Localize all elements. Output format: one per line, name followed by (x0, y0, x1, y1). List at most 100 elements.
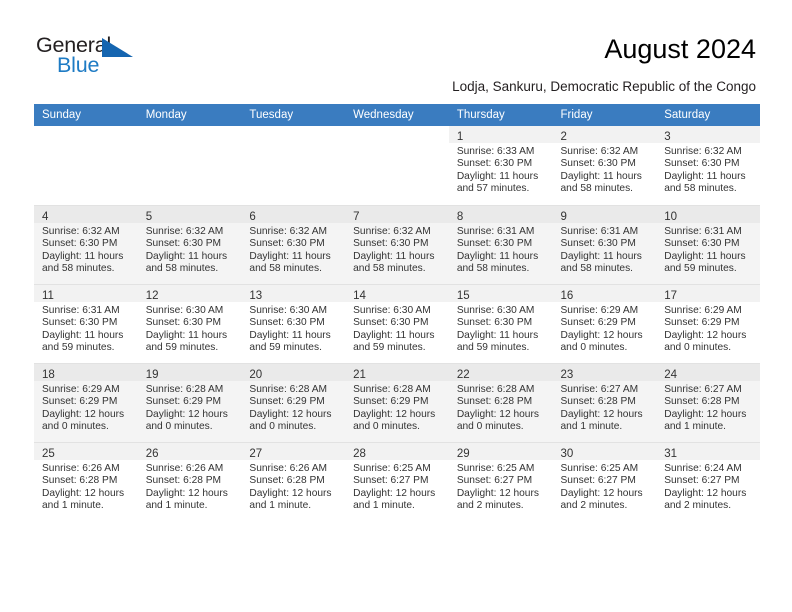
calendar-day-cell[interactable]: 25 Sunrise: 6:26 AM Sunset: 6:28 PM Dayligh… (34, 442, 138, 521)
calendar-day-cell[interactable]: 10 Sunrise: 6:31 AM Sunset: 6:30 PM Dayligh… (656, 205, 760, 284)
calendar-day-cell[interactable]: 12 Sunrise: 6:30 AM Sunset: 6:30 PM Dayligh… (137, 284, 242, 363)
weekday-header-thursday: Thursday (448, 104, 553, 126)
day-details: Sunrise: 6:29 AM Sunset: 6:29 PM Daylight:… (656, 302, 760, 355)
day-number-bar: 31 (656, 443, 760, 460)
day-cell-inner: 18 Sunrise: 6:29 AM Sunset: 6:29 PM Dayligh… (34, 363, 138, 442)
day-cell-inner (241, 126, 345, 205)
day-number-bar: 7 (345, 206, 449, 223)
day-number-bar: 11 (34, 285, 138, 302)
daylight-duration-line2: and 58 minutes. (456, 263, 530, 275)
calendar-day-cell[interactable]: 4 Sunrise: 6:32 AM Sunset: 6:30 PM Daylight… (34, 205, 138, 284)
weekday-header-tuesday: Tuesday (241, 104, 346, 126)
calendar-day-cell[interactable]: 30 Sunrise: 6:25 AM Sunset: 6:27 PM Dayligh… (552, 442, 657, 521)
sunset-time: Sunset: 6:30 PM (145, 238, 222, 250)
calendar-day-cell[interactable]: 20 Sunrise: 6:28 AM Sunset: 6:29 PM Dayligh… (241, 363, 346, 442)
sunset-time: Sunset: 6:30 PM (560, 158, 636, 170)
day-number-bar: 13 (241, 285, 346, 302)
calendar-day-cell[interactable]: 8 Sunrise: 6:31 AM Sunset: 6:30 PM Daylight… (448, 205, 553, 284)
daylight-duration-line1: Daylight: 12 hours (560, 329, 643, 341)
calendar-day-cell[interactable]: 17 Sunrise: 6:29 AM Sunset: 6:29 PM Dayligh… (656, 284, 760, 363)
day-number: 3 (664, 131, 671, 143)
day-cell-inner: 20 Sunrise: 6:28 AM Sunset: 6:29 PM Dayligh… (241, 363, 346, 442)
daylight-duration-line1: Daylight: 11 hours (456, 329, 539, 341)
sunrise-time: Sunrise: 6:26 AM (249, 463, 327, 474)
sunset-time: Sunset: 6:28 PM (456, 396, 533, 408)
day-number: 21 (353, 369, 366, 381)
day-number-bar: 10 (656, 206, 760, 223)
day-number-bar: 20 (241, 364, 346, 381)
calendar-day-cell[interactable]: 26 Sunrise: 6:26 AM Sunset: 6:28 PM Dayligh… (137, 442, 242, 521)
sunrise-time: Sunrise: 6:33 AM (456, 146, 535, 157)
calendar-day-cell[interactable]: 2 Sunrise: 6:32 AM Sunset: 6:30 PM Daylight… (552, 126, 657, 205)
calendar-day-cell[interactable]: 15 Sunrise: 6:30 AM Sunset: 6:30 PM Dayligh… (448, 284, 553, 363)
logo-triangle-icon (102, 38, 133, 57)
day-number: 13 (249, 290, 263, 302)
calendar-day-cell[interactable]: 3 Sunrise: 6:32 AM Sunset: 6:30 PM Daylight… (656, 126, 760, 205)
calendar-day-cell[interactable]: 13 Sunrise: 6:30 AM Sunset: 6:30 PM Dayligh… (241, 284, 346, 363)
calendar-day-cell[interactable]: 22 Sunrise: 6:28 AM Sunset: 6:28 PM Dayligh… (448, 363, 553, 442)
daylight-duration-line2: and 58 minutes. (42, 263, 115, 275)
daylight-duration-line2: and 58 minutes. (560, 183, 634, 195)
calendar-day-cell[interactable]: 19 Sunrise: 6:28 AM Sunset: 6:29 PM Dayligh… (137, 363, 242, 442)
calendar-day-cell[interactable]: 28 Sunrise: 6:25 AM Sunset: 6:27 PM Dayligh… (345, 442, 449, 521)
sunrise-time: Sunrise: 6:31 AM (560, 226, 639, 237)
day-details: Sunrise: 6:26 AM Sunset: 6:28 PM Daylight:… (34, 460, 138, 513)
sunrise-time: Sunrise: 6:26 AM (145, 463, 224, 474)
day-cell-inner: 25 Sunrise: 6:26 AM Sunset: 6:28 PM Dayligh… (34, 442, 138, 521)
sunrise-time: Sunrise: 6:30 AM (249, 305, 327, 316)
weekday-header-saturday: Saturday (656, 104, 760, 126)
daylight-duration-line1: Daylight: 12 hours (249, 408, 332, 420)
day-number-bar: 5 (137, 206, 242, 223)
daylight-duration-line2: and 1 minute. (42, 500, 104, 512)
calendar-day-cell[interactable]: 14 Sunrise: 6:30 AM Sunset: 6:30 PM Dayligh… (345, 284, 449, 363)
daylight-duration-line2: and 1 minute. (145, 500, 208, 512)
day-details: Sunrise: 6:29 AM Sunset: 6:29 PM Daylight:… (553, 302, 657, 355)
sunrise-time: Sunrise: 6:32 AM (353, 226, 431, 237)
sunset-time: Sunset: 6:29 PM (560, 317, 636, 329)
day-number: 29 (456, 448, 470, 460)
sunrise-time: Sunrise: 6:32 AM (560, 146, 639, 157)
calendar-day-cell[interactable]: 21 Sunrise: 6:28 AM Sunset: 6:29 PM Dayligh… (345, 363, 449, 442)
calendar-day-cell[interactable]: 9 Sunrise: 6:31 AM Sunset: 6:30 PM Daylight… (552, 205, 657, 284)
day-number: 4 (42, 211, 49, 223)
daylight-duration-line1: Daylight: 11 hours (560, 170, 642, 182)
daylight-duration-line1: Daylight: 12 hours (560, 408, 643, 420)
calendar-day-cell[interactable]: 1 Sunrise: 6:33 AM Sunset: 6:30 PM Daylight… (448, 126, 553, 205)
calendar-day-cell[interactable]: 7 Sunrise: 6:32 AM Sunset: 6:30 PM Daylight… (345, 205, 449, 284)
calendar-day-cell[interactable]: 29 Sunrise: 6:25 AM Sunset: 6:27 PM Dayligh… (448, 442, 553, 521)
sunrise-time: Sunrise: 6:29 AM (664, 305, 742, 316)
daylight-duration-line2: and 57 minutes. (456, 183, 530, 195)
sunrise-time: Sunrise: 6:32 AM (664, 146, 742, 157)
calendar-day-cell[interactable]: 27 Sunrise: 6:26 AM Sunset: 6:28 PM Dayligh… (241, 442, 346, 521)
calendar-page: General Blue August 2024 Lodja, Sankuru,… (0, 0, 792, 612)
calendar-day-cell[interactable]: 18 Sunrise: 6:29 AM Sunset: 6:29 PM Dayligh… (34, 363, 138, 442)
day-number: 30 (560, 448, 574, 460)
calendar-day-cell[interactable]: 11 Sunrise: 6:31 AM Sunset: 6:30 PM Dayligh… (34, 284, 138, 363)
day-number-bar: 18 (34, 364, 138, 381)
calendar-day-cell[interactable]: 16 Sunrise: 6:29 AM Sunset: 6:29 PM Dayligh… (552, 284, 657, 363)
daylight-duration-line2: and 59 minutes. (353, 342, 426, 354)
day-details: Sunrise: 6:31 AM Sunset: 6:30 PM Daylight:… (449, 223, 553, 276)
day-number-bar: 22 (448, 364, 553, 381)
day-details: Sunrise: 6:25 AM Sunset: 6:27 PM Daylight:… (553, 460, 657, 513)
daylight-duration-line2: and 59 minutes. (145, 342, 219, 354)
general-blue-logo: General Blue (36, 33, 156, 81)
day-details: Sunrise: 6:30 AM Sunset: 6:30 PM Daylight:… (138, 302, 242, 355)
calendar-day-cell[interactable]: 31 Sunrise: 6:24 AM Sunset: 6:27 PM Dayligh… (656, 442, 760, 521)
calendar-day-cell[interactable]: 5 Sunrise: 6:32 AM Sunset: 6:30 PM Daylight… (137, 205, 242, 284)
sunrise-time: Sunrise: 6:25 AM (456, 463, 535, 474)
day-details: Sunrise: 6:32 AM Sunset: 6:30 PM Daylight:… (656, 143, 760, 196)
calendar-week-row: 18 Sunrise: 6:29 AM Sunset: 6:29 PM Dayligh… (34, 363, 760, 442)
calendar-day-cell[interactable]: 24 Sunrise: 6:27 AM Sunset: 6:28 PM Dayligh… (656, 363, 760, 442)
calendar-day-cell[interactable]: 6 Sunrise: 6:32 AM Sunset: 6:30 PM Daylight… (241, 205, 346, 284)
daylight-duration-line1: Daylight: 11 hours (664, 250, 746, 262)
sunset-time: Sunset: 6:30 PM (664, 238, 740, 250)
day-number-bar: 1 (448, 126, 553, 143)
calendar-day-cell[interactable]: 23 Sunrise: 6:27 AM Sunset: 6:28 PM Dayligh… (552, 363, 657, 442)
sunrise-time: Sunrise: 6:29 AM (560, 305, 639, 316)
day-cell-inner: 9 Sunrise: 6:31 AM Sunset: 6:30 PM Daylight… (552, 205, 657, 284)
logo-text-blue: Blue (57, 53, 100, 77)
daylight-duration-line2: and 58 minutes. (664, 183, 737, 195)
day-number-bar (34, 126, 138, 143)
daylight-duration-line2: and 1 minute. (664, 421, 726, 433)
